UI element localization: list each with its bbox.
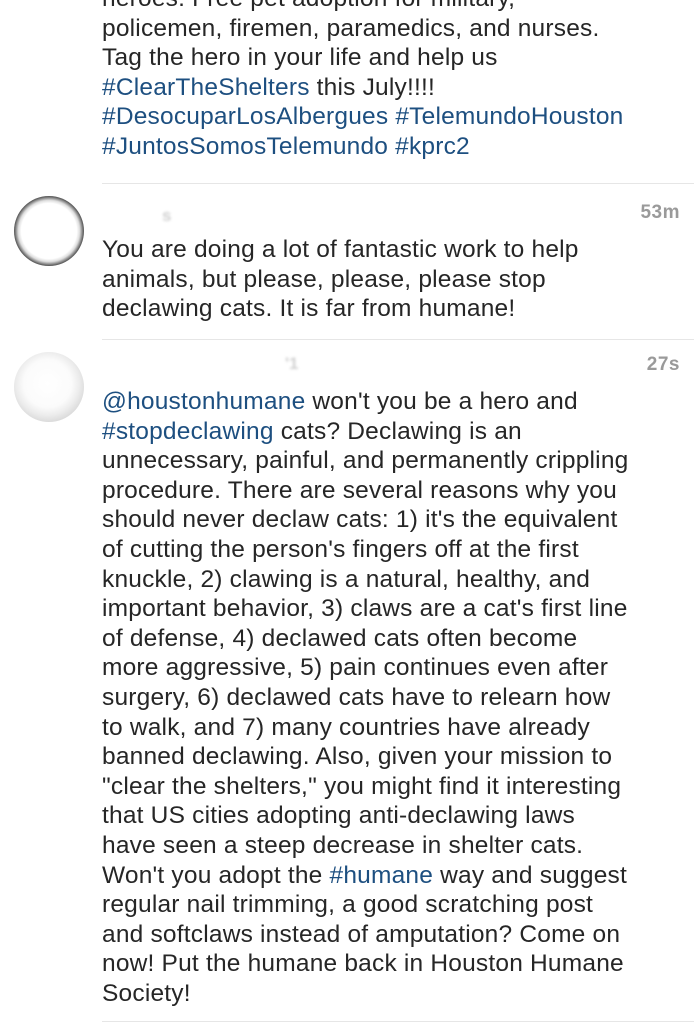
caption-text: heroes: Free pet adoption for military, p… — [102, 0, 692, 162]
comments-list: heroes: Free pet adoption for military, p… — [0, 0, 694, 1024]
comment-line: #JuntosSomosTelemundo #kprc2 — [102, 132, 692, 162]
comment-line: of cutting the person's fingers off at t… — [102, 535, 692, 565]
comment-text-segment: banned declawing. Also, given your missi… — [102, 743, 613, 771]
mention-link[interactable]: @houstonhumane — [102, 388, 305, 415]
avatar[interactable] — [14, 352, 84, 422]
hashtag-link[interactable]: #stopdeclawing — [102, 418, 274, 445]
comment-text-segment: of defense, 4) declawed cats often becom… — [102, 624, 578, 652]
comment-line: declawing cats. It is far from humane! — [102, 294, 692, 324]
comment-text-segment: to walk, and 7) many countries have alre… — [102, 713, 590, 741]
comment-line: more aggressive, 5) pain continues even … — [102, 653, 692, 683]
comment-line: #ClearTheShelters this July!!!! — [102, 73, 692, 103]
comment-text-segment: important behavior, 3) claws are a cat's… — [102, 595, 628, 623]
comment-text: @houstonhumane won't you be a hero and #s… — [102, 387, 692, 1008]
comment-text-segment: won't you be a hero and — [305, 388, 578, 415]
comment-text-segment: "clear the shelters," you might find it … — [102, 772, 622, 800]
comment-line: "clear the shelters," you might find it … — [102, 772, 692, 802]
comment-line: heroes: Free pet adoption for military, — [102, 0, 692, 14]
comment-line: should never declaw cats: 1) it's the eq… — [102, 505, 692, 535]
username-label[interactable]: s — [162, 206, 171, 225]
comment-line: animals, but please, please, please stop — [102, 265, 692, 295]
divider — [102, 183, 694, 184]
comment-line: Tag the hero in your life and help us — [102, 43, 692, 73]
comment-line: and softclaws instead of amputation? Com… — [102, 920, 692, 950]
hashtag-link[interactable]: #humane — [330, 862, 434, 889]
divider — [102, 1021, 694, 1022]
comment-text-segment: Tag the hero in your life and help us — [102, 44, 498, 72]
comment-timestamp: 27s — [646, 354, 680, 375]
comment-line: Society! — [102, 979, 692, 1009]
comment-timestamp: 53m — [640, 202, 680, 223]
comment-text-segment: policemen, firemen, paramedics, and nurs… — [102, 14, 600, 42]
comment-text-segment: declawing cats. It is far from humane! — [102, 295, 516, 323]
divider — [102, 339, 694, 340]
comment-text: You are doing a lot of fantastic work to… — [102, 235, 692, 324]
comment-line: #DesocuparLosAlbergues #TelemundoHouston — [102, 102, 692, 132]
comment-line: of defense, 4) declawed cats often becom… — [102, 624, 692, 654]
hashtag-link[interactable]: #DesocuparLosAlbergues — [102, 103, 388, 130]
comment-line: now! Put the humane back in Houston Huma… — [102, 949, 692, 979]
comment-text-segment: should never declaw cats: 1) it's the eq… — [102, 506, 618, 534]
comment-text-segment: You are doing a lot of fantastic work to… — [102, 236, 579, 263]
comment-line: banned declawing. Also, given your missi… — [102, 742, 692, 772]
hashtag-link[interactable]: #ClearTheShelters — [102, 74, 310, 101]
comment-line: have seen a steep decrease in shelter ca… — [102, 831, 692, 861]
comment-text-segment: have seen a steep decrease in shelter ca… — [102, 831, 584, 859]
comment-text-segment: of cutting the person's fingers off at t… — [102, 535, 579, 563]
comment-line: important behavior, 3) claws are a cat's… — [102, 594, 692, 624]
comment-line: regular nail trimming, a good scratching… — [102, 890, 692, 920]
comment-text-segment: cats? Declawing is an — [273, 417, 522, 445]
hashtag-link[interactable]: #TelemundoHouston — [395, 103, 623, 130]
comment-text-segment: way and suggest — [433, 861, 627, 889]
comment-text-segment: and softclaws instead of amputation? Com… — [102, 920, 621, 948]
comment-line: You are doing a lot of fantastic work to… — [102, 235, 692, 265]
comment-text-segment: this July!!!! — [309, 73, 436, 101]
comment-line: procedure. There are several reasons why… — [102, 476, 692, 506]
comment-text-segment: knuckle, 2) clawing is a natural, health… — [102, 565, 591, 593]
comment-text-segment: that US cities adopting anti-declawing l… — [102, 802, 575, 830]
comment-text-segment: more aggressive, 5) pain continues even … — [102, 654, 609, 682]
comment-line: knuckle, 2) clawing is a natural, health… — [102, 565, 692, 595]
comment-text-segment: surgery, 6) declawed cats have to relear… — [102, 683, 611, 711]
comment-line: that US cities adopting anti-declawing l… — [102, 801, 692, 831]
comment-text-segment: heroes: Free pet adoption for military, — [102, 0, 515, 12]
comment-line: policemen, firemen, paramedics, and nurs… — [102, 14, 692, 44]
hashtag-link[interactable]: #kprc2 — [395, 133, 470, 160]
hashtag-link[interactable]: #JuntosSomosTelemundo — [102, 133, 388, 160]
comment-line: @houstonhumane won't you be a hero and — [102, 387, 692, 417]
comment-line: Won't you adopt the #humane way and sugg… — [102, 861, 692, 891]
username-label[interactable]: '1 — [285, 354, 299, 373]
comment-line: #stopdeclawing cats? Declawing is an — [102, 417, 692, 447]
comment-text-segment: animals, but please, please, please stop — [102, 265, 546, 293]
comment-line: surgery, 6) declawed cats have to relear… — [102, 683, 692, 713]
comment-text-segment: now! Put the humane back in Houston Huma… — [102, 950, 624, 978]
avatar[interactable] — [14, 196, 84, 266]
comment-text-segment: Society! — [102, 979, 191, 1007]
comment-text-segment: regular nail trimming, a good scratching… — [102, 891, 594, 919]
comment-text-segment: Won't you adopt the — [102, 861, 330, 889]
comment-text-segment: procedure. There are several reasons why… — [102, 476, 617, 504]
comment-line: unnecessary, painful, and permanently cr… — [102, 446, 692, 476]
comment-text-segment: unnecessary, painful, and permanently cr… — [102, 447, 629, 475]
comment-line: to walk, and 7) many countries have alre… — [102, 713, 692, 743]
